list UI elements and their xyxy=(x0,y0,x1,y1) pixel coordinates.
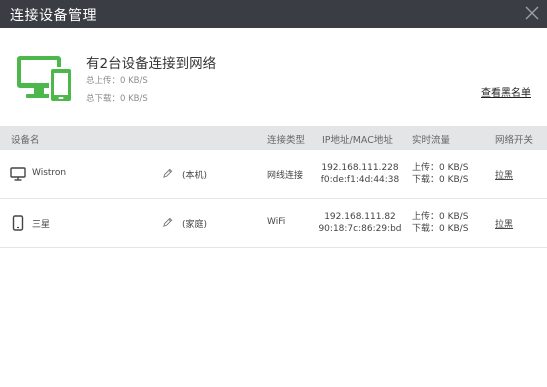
connected-count-heading: 有2台设备连接到网络 xyxy=(86,56,217,72)
summary-panel: 有2台设备连接到网络 总上传：0 KB/S 总下载：0 KB/S 查看黑名单 xyxy=(0,28,547,126)
table-header: 设备名 连接类型 IP地址/MAC地址 实时流量 网络开关 xyxy=(0,126,547,150)
device-name: Wistron xyxy=(32,168,67,178)
table-empty-area xyxy=(0,249,547,387)
mac-address: 90:18:7c:86:29:bd xyxy=(318,224,402,234)
header-traffic: 实时流量 xyxy=(412,135,451,146)
phone-icon xyxy=(12,215,24,231)
header-connection-type: 连接类型 xyxy=(267,135,306,146)
pencil-icon[interactable] xyxy=(162,168,173,179)
device-name: 三星 xyxy=(32,220,51,230)
total-download-rate: 总下载：0 KB/S xyxy=(86,94,148,104)
block-device-button[interactable]: 拉黑 xyxy=(495,168,513,181)
header-address: IP地址/MAC地址 xyxy=(322,135,393,146)
monitor-icon xyxy=(10,167,26,181)
connection-type: WiFi xyxy=(267,217,286,227)
device-tag: (本机) xyxy=(182,171,208,181)
download-rate: 下载：0 KB/S xyxy=(412,175,469,185)
block-device-button[interactable]: 拉黑 xyxy=(495,217,513,230)
connection-type: 网线连接 xyxy=(267,171,304,181)
window-title: 连接设备管理 xyxy=(10,8,97,24)
table-row: 三星 (家庭) WiFi 192.168.111.82 90:18:7c:86:… xyxy=(0,199,547,248)
ip-address: 192.168.111.228 xyxy=(321,163,399,173)
upload-rate: 上传：0 KB/S xyxy=(412,212,469,222)
total-upload-rate: 总上传：0 KB/S xyxy=(86,76,148,86)
view-blacklist-link[interactable]: 查看黑名单 xyxy=(481,84,531,99)
mac-address: f0:de:f1:4d:44:38 xyxy=(320,175,400,185)
header-network-switch: 网络开关 xyxy=(495,135,534,146)
devices-icon xyxy=(17,56,73,103)
title-bar: 连接设备管理 xyxy=(0,0,547,28)
download-rate: 下载：0 KB/S xyxy=(412,224,469,234)
table-row: Wistron (本机) 网线连接 192.168.111.228 f0:de:… xyxy=(0,150,547,199)
close-icon[interactable] xyxy=(523,4,541,22)
ip-address: 192.168.111.82 xyxy=(324,212,396,222)
header-device-name: 设备名 xyxy=(11,135,40,146)
device-tag: (家庭) xyxy=(182,220,208,230)
pencil-icon[interactable] xyxy=(162,217,173,228)
upload-rate: 上传：0 KB/S xyxy=(412,163,469,173)
